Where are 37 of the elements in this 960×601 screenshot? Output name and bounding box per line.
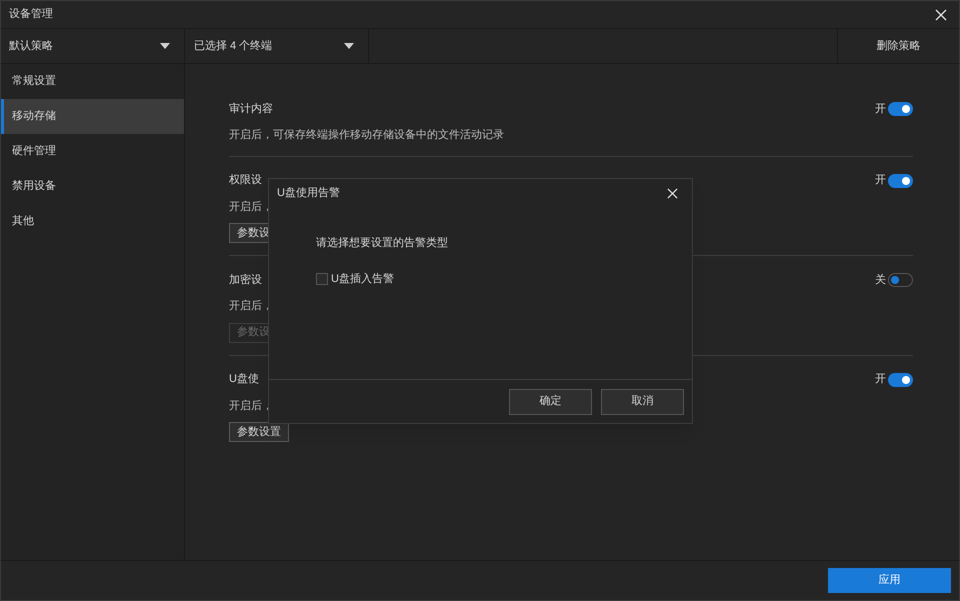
apply-button[interactable]: 应用 — [828, 568, 951, 593]
dialog-title: U盘使用告警 — [277, 186, 340, 201]
sidebar-item[interactable]: 硬件管理 — [1, 134, 184, 169]
toggle-switch[interactable] — [888, 372, 913, 386]
section-title: 加密设 — [229, 272, 262, 288]
dialog-button[interactable]: 取消 — [601, 388, 684, 414]
section-description: 开启后， — [229, 398, 273, 414]
checkbox-label: U盘插入告警 — [331, 272, 394, 286]
terminal-dropdown[interactable]: 已选择 4 个终端 — [185, 29, 369, 63]
section-title: 审计内容 — [229, 102, 273, 117]
section-title: U盘使 — [229, 372, 259, 388]
toggle-label: 开 — [875, 173, 886, 188]
parameter-settings-button[interactable]: 参数设置 — [229, 422, 289, 442]
toggle-label: 开 — [875, 102, 886, 117]
section-description: 开启后，可保存终端操作移动存储设备中的文件活动记录 — [229, 128, 504, 143]
toggle-switch[interactable] — [888, 273, 913, 287]
toggle-label: 开 — [875, 372, 886, 388]
toggle-switch[interactable] — [888, 174, 913, 188]
section-description: 开启后， — [229, 200, 273, 214]
section-title: 权限设 — [229, 173, 262, 188]
dialog-button[interactable]: 确定 — [509, 388, 592, 414]
checkbox[interactable] — [316, 272, 328, 285]
close-icon[interactable] — [667, 188, 678, 198]
close-icon[interactable] — [935, 8, 947, 20]
dialog-prompt: 请选择想要设置的告警类型 — [316, 236, 449, 251]
sidebar-item[interactable]: 常规设置 — [1, 64, 184, 99]
section-description: 开启后， — [229, 298, 273, 314]
toggle-label: 关 — [875, 272, 886, 288]
delete-policy-button[interactable]: 删除策略 — [837, 29, 959, 63]
sidebar-item[interactable]: 禁用设备 — [1, 169, 184, 204]
caret-icon — [344, 43, 354, 49]
sidebar-item[interactable]: 其他 — [1, 204, 184, 239]
caret-icon — [160, 43, 170, 49]
sidebar-item[interactable]: 移动存储 — [1, 99, 184, 134]
window-title: 设备管理 — [9, 7, 53, 22]
policy-dropdown[interactable]: 默认策略 — [1, 29, 185, 63]
toggle-switch[interactable] — [888, 102, 913, 116]
